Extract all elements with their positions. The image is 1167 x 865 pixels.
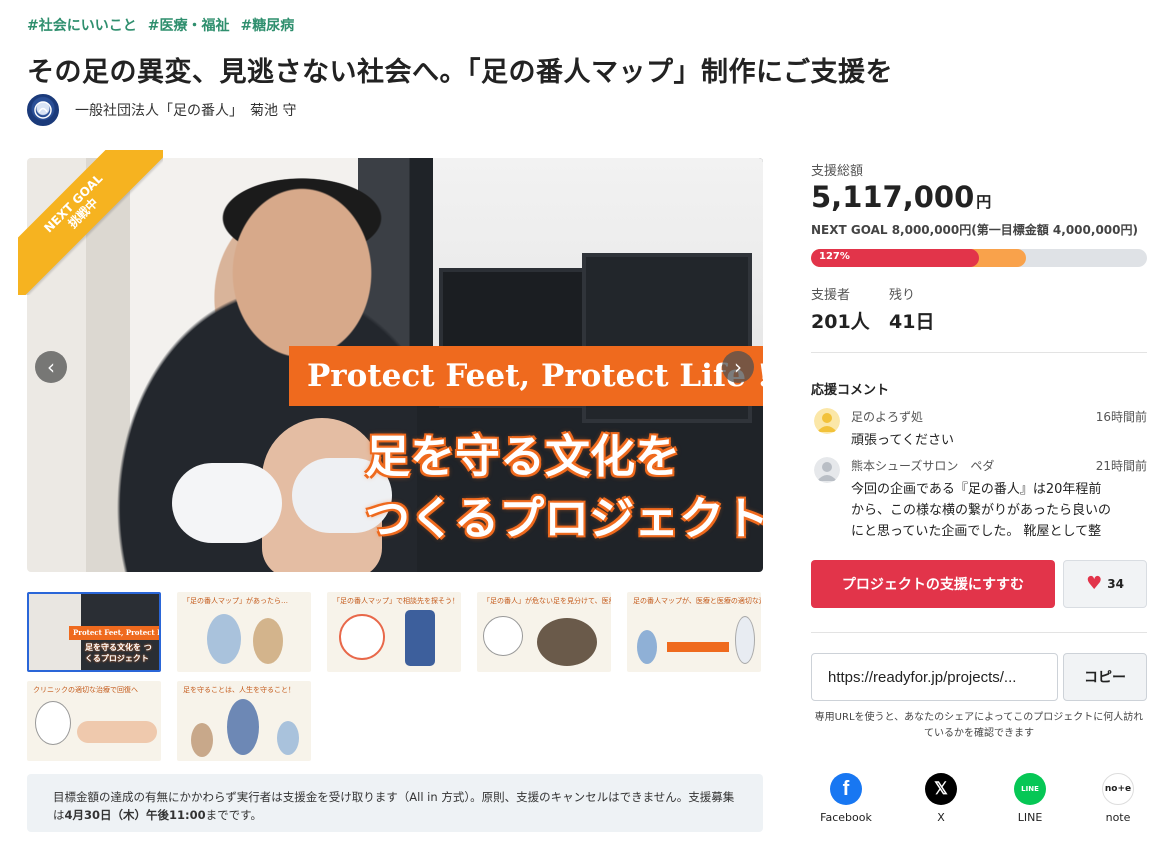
thumbnail-6[interactable]: クリニックの適切な治療で回復へ: [27, 681, 161, 761]
comment-time: 16時間前: [1095, 410, 1147, 424]
owner-name[interactable]: 一般社団法人「足の番人」 菊池 守: [75, 100, 296, 120]
share-url-note: 専用URLを使うと、あなたのシェアによってこのプロジェクトに何人訪れているかを確…: [814, 712, 1144, 739]
thumbnail-title: 足を守ることは、人生を守ること！: [183, 686, 295, 694]
hero-banner-text: Protect Feet, Protect Life !: [289, 346, 763, 406]
thumbnail-caption: 足を守る文化を つくるプロジェクト: [85, 643, 152, 663]
tag-medical-welfare[interactable]: #医療・福祉: [148, 15, 230, 35]
comment-time: 21時間前: [1095, 459, 1147, 473]
total-label: 支援総額: [811, 164, 864, 179]
progress-bar: 127%: [811, 249, 1147, 267]
tag-list: #社会にいいこと #医療・福祉 #糖尿病: [27, 15, 294, 35]
heart-icon: ♥: [1086, 573, 1103, 594]
share-note[interactable]: no+e note: [1083, 773, 1153, 824]
all-in-notice: 目標金額の達成の有無にかかわらず実行者は支援金を受け取ります（All in 方式…: [27, 774, 763, 832]
remaining-stat: 残り 41日: [889, 288, 935, 333]
comment-item[interactable]: 足のよろず処 16時間前 頑張ってください: [814, 408, 1147, 448]
comment-author[interactable]: 熊本シューズサロン ペダ: [851, 457, 994, 474]
thumbnail-title: 「足の番人マップ」があったら…: [183, 597, 288, 605]
remaining-days: 41日: [889, 311, 935, 333]
comment-text: 今回の企画である『足の番人』は20年程前から、この様な横の繋がりがあったら良いの…: [851, 482, 1111, 539]
divider: [811, 632, 1147, 633]
ribbon-line: 挑戦中: [65, 195, 101, 231]
thumbnail-2[interactable]: 「足の番人マップ」があったら…: [177, 592, 311, 672]
thumbnail-4[interactable]: 「足の番人」が危ない足を見分けて、医療につなぐ: [477, 592, 611, 672]
supporters-count: 201人: [811, 311, 870, 333]
thumbnail-1[interactable]: Protect Feet, Protect Life ! 足を守る文化を つくる…: [27, 592, 161, 672]
project-owner[interactable]: 一般社団法人「足の番人」 菊池 守: [27, 94, 296, 126]
divider: [811, 352, 1147, 353]
x-icon: 𝕏: [925, 773, 957, 805]
chevron-right-icon: ›: [734, 355, 742, 379]
comment-text: 頑張ってください: [851, 433, 954, 448]
copy-url-button[interactable]: コピー: [1063, 653, 1147, 701]
support-project-button[interactable]: プロジェクトの支援にすすむ: [811, 560, 1055, 608]
facebook-icon: f: [830, 773, 862, 805]
tag-social-good[interactable]: #社会にいいこと: [27, 15, 137, 35]
project-title: その足の異変、見逃さない社会へ。「足の番人マップ」制作にご支援を: [27, 57, 893, 88]
total-amount: 5,117,000 円: [811, 180, 992, 214]
progress-percent: 127%: [819, 251, 850, 262]
share-x[interactable]: 𝕏 X: [906, 773, 976, 824]
thumbnail-banner: Protect Feet, Protect Life !: [69, 626, 159, 640]
like-button[interactable]: ♥ 34: [1063, 560, 1147, 608]
thumbnail-7[interactable]: 足を守ることは、人生を守ること！: [177, 681, 311, 761]
thumbnail-title: クリニックの適切な治療で回復へ: [33, 686, 138, 694]
thumbnail-title: 「足の番人マップ」で相談先を探そう！: [333, 597, 459, 605]
owner-avatar[interactable]: [27, 94, 59, 126]
comment-item[interactable]: 熊本シューズサロン ペダ 21時間前 今回の企画である『足の番人』は20年程前か…: [814, 457, 1147, 543]
comments-title: 応援コメント: [811, 383, 890, 398]
prev-image-button[interactable]: ‹: [35, 351, 67, 383]
share-url-field[interactable]: https://readyfor.jp/projects/...: [811, 653, 1058, 701]
hero-catch-line: つくるプロジェクト: [365, 492, 763, 545]
next-goal-ribbon: NEXT GOAL 挑戦中: [18, 150, 163, 295]
user-gray-icon: [814, 457, 840, 483]
supporters-stat: 支援者 201人: [811, 288, 870, 333]
like-count: 34: [1107, 577, 1124, 591]
next-goal-text: NEXT GOAL 8,000,000円(第一目標金額 4,000,000円): [811, 223, 1138, 237]
next-image-button[interactable]: ›: [722, 351, 754, 383]
deadline: 4月30日（木）午後11:00: [64, 808, 206, 822]
thumbnail-5[interactable]: 足の番人マップが、医療と医療の適切な連携をサポート: [627, 592, 761, 672]
owner-logo-icon: [34, 101, 52, 119]
thumbnail-title: 「足の番人」が危ない足を見分けて、医療につなぐ: [483, 597, 611, 605]
share-facebook[interactable]: f Facebook: [811, 773, 881, 824]
share-line[interactable]: LINE LINE: [995, 773, 1065, 824]
thumbnail-title: 足の番人マップが、医療と医療の適切な連携をサポート: [633, 597, 761, 605]
chevron-left-icon: ‹: [47, 355, 55, 379]
user-yellow-icon: [814, 408, 840, 434]
line-icon: LINE: [1014, 773, 1046, 805]
comment-author[interactable]: 足のよろず処: [851, 408, 923, 425]
thumbnail-3[interactable]: 「足の番人マップ」で相談先を探そう！: [327, 592, 461, 672]
hero-catchphrase: 足を守る文化を つくるプロジェクト: [365, 426, 763, 550]
note-icon: no+e: [1102, 773, 1134, 805]
tag-diabetes[interactable]: #糖尿病: [240, 15, 294, 35]
hero-catch-line: 足を守る文化を: [365, 430, 681, 483]
glove-image: [172, 463, 282, 543]
